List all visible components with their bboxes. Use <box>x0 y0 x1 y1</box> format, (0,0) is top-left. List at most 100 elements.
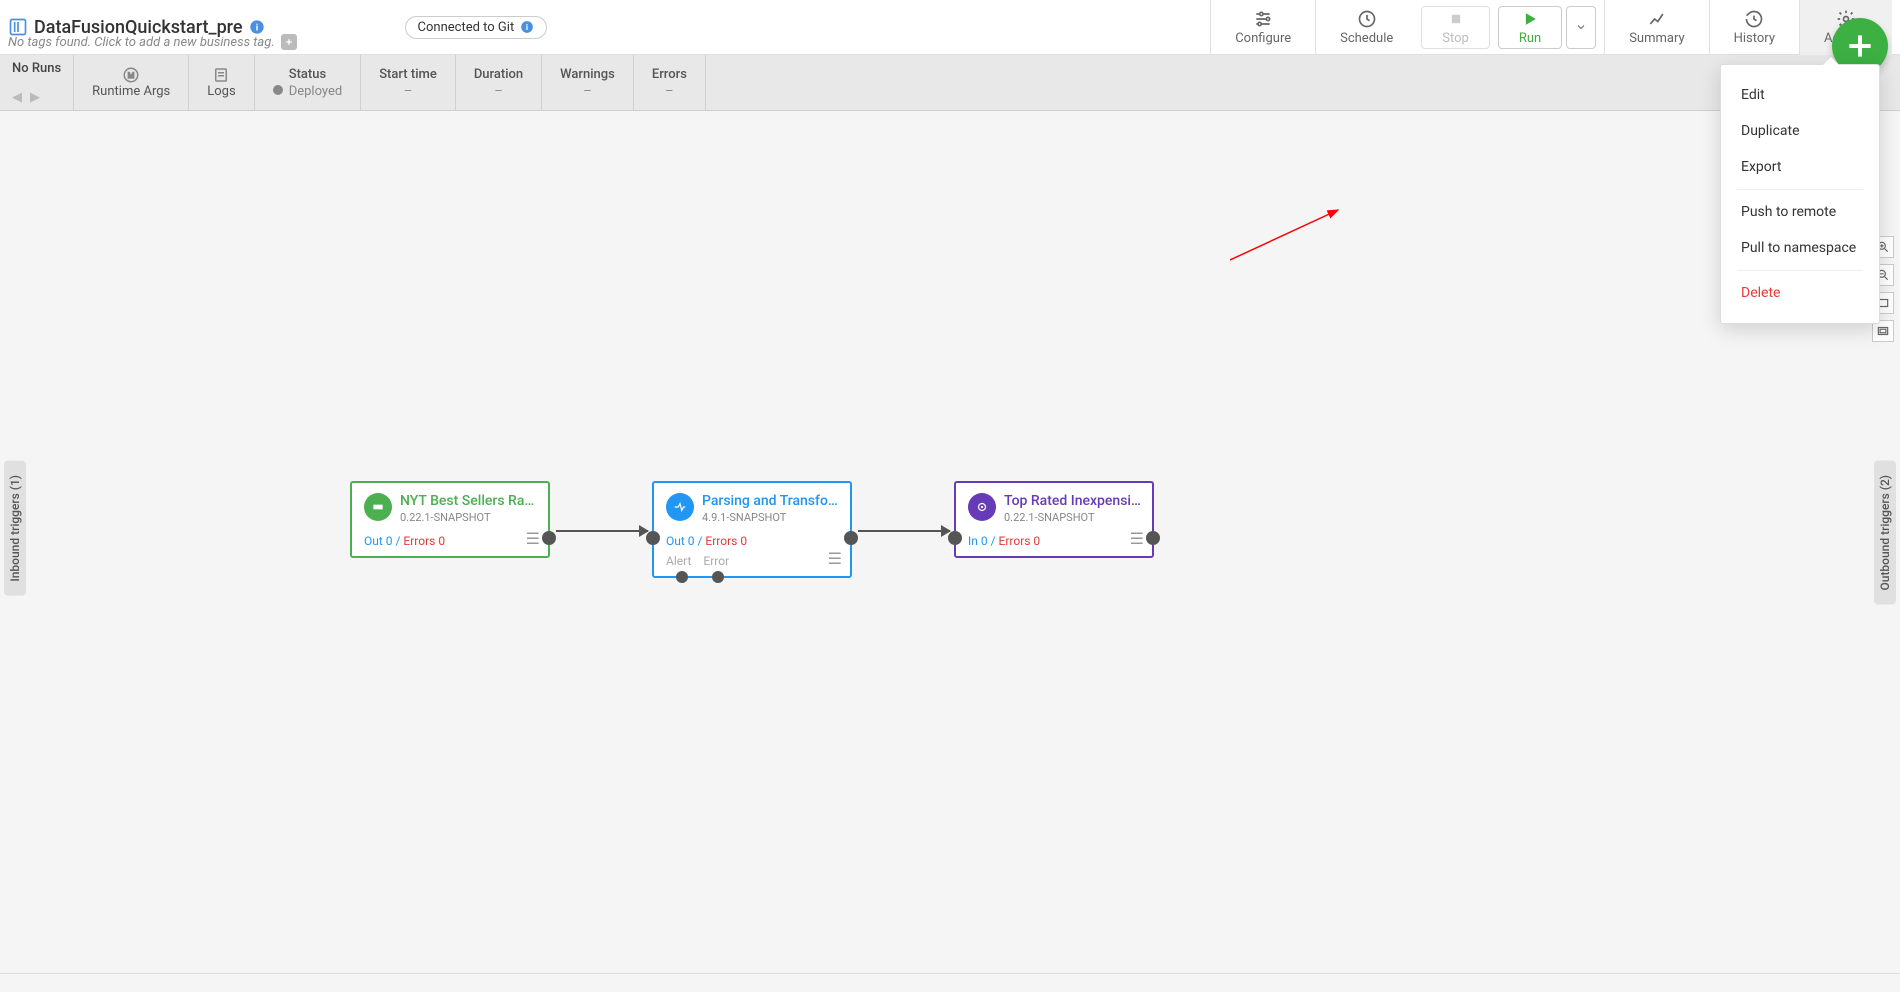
clock-icon <box>1357 9 1377 29</box>
history-label: History <box>1734 31 1775 46</box>
alert-port[interactable] <box>676 571 688 583</box>
run-label: Run <box>1519 31 1541 46</box>
stop-label: Stop <box>1442 31 1469 46</box>
node-title: Top Rated Inexpensi… <box>1004 493 1141 509</box>
dropdown-push-to-remote[interactable]: Push to remote <box>1721 194 1879 230</box>
history-button[interactable]: History <box>1709 0 1799 55</box>
status-label: Status <box>289 67 326 82</box>
tags-placeholder-text[interactable]: No tags found. Click to add a new busine… <box>8 35 275 50</box>
prev-run-button[interactable]: ◀ <box>12 90 22 105</box>
status-cell-duration: Duration – <box>456 55 542 110</box>
runtime-args-button[interactable]: M Runtime Args <box>74 55 189 110</box>
dropdown-delete[interactable]: Delete <box>1721 275 1879 311</box>
sub-port-labels: Alert Error <box>666 554 838 568</box>
git-status-text: Connected to Git <box>418 20 515 35</box>
status-bar: No Runs ◀ ▶ M Runtime Args Logs Status D… <box>0 55 1900 111</box>
duration-label: Duration <box>474 67 523 82</box>
node-menu-button[interactable]: ☰ <box>1130 529 1144 548</box>
toolbar: Configure Schedule Stop Run Summary Hist… <box>1210 0 1892 55</box>
node-stats: Out 0 / Errors 0 <box>364 534 536 548</box>
status-value: Deployed <box>289 84 343 99</box>
output-port[interactable] <box>844 531 858 545</box>
svg-text:i: i <box>526 22 528 32</box>
out-stat: Out 0 / <box>364 534 403 548</box>
footer-divider <box>0 973 1900 974</box>
input-port[interactable] <box>948 531 962 545</box>
start-time-value: – <box>404 84 413 99</box>
logs-icon <box>212 66 230 84</box>
node-stats: Out 0 / Errors 0 <box>666 534 838 548</box>
status-cell-errors: Errors – <box>634 55 706 110</box>
tags-row: No tags found. Click to add a new busine… <box>8 34 297 50</box>
play-icon <box>1520 9 1540 29</box>
sliders-icon <box>1253 9 1273 29</box>
errors-value: – <box>665 84 674 99</box>
node-version: 0.22.1-SNAPSHOT <box>400 511 534 524</box>
run-dropdown-caret[interactable] <box>1566 6 1596 49</box>
align-icon <box>1876 324 1890 338</box>
dropdown-duplicate[interactable]: Duplicate <box>1721 113 1879 149</box>
duration-value: – <box>494 84 503 99</box>
configure-button[interactable]: Configure <box>1210 0 1315 55</box>
summary-button[interactable]: Summary <box>1604 0 1708 55</box>
chart-icon <box>1647 9 1667 29</box>
pipeline-canvas[interactable]: Inbound triggers (1) Outbound triggers (… <box>0 111 1900 972</box>
svg-text:i: i <box>255 22 257 33</box>
error-port[interactable] <box>712 571 724 583</box>
logs-label: Logs <box>207 84 235 99</box>
runtime-args-label: Runtime Args <box>92 84 170 99</box>
git-status-pill[interactable]: Connected to Git i <box>405 16 548 39</box>
status-cell-warnings: Warnings – <box>542 55 634 110</box>
configure-label: Configure <box>1235 31 1291 46</box>
dropdown-pull-to-namespace[interactable]: Pull to namespace <box>1721 230 1879 266</box>
dropdown-separator <box>1737 270 1863 271</box>
transform-icon <box>666 493 694 521</box>
no-runs-label: No Runs <box>12 61 61 76</box>
stop-icon <box>1446 9 1466 29</box>
input-port[interactable] <box>646 531 660 545</box>
pipeline-node-transform[interactable]: Parsing and Transfo… 4.9.1-SNAPSHOT Out … <box>652 481 852 578</box>
outbound-triggers-label: Outbound triggers (2) <box>1878 475 1892 591</box>
node-title: NYT Best Sellers Ra… <box>400 493 534 509</box>
node-menu-button[interactable]: ☰ <box>828 549 842 568</box>
err-stat: Errors 0 <box>999 534 1041 548</box>
history-icon <box>1744 9 1764 29</box>
svg-text:M: M <box>128 71 135 80</box>
caret-down-icon <box>1575 21 1587 33</box>
out-stat: Out 0 / <box>666 534 705 548</box>
plus-icon <box>284 37 294 47</box>
stop-button: Stop <box>1421 6 1490 49</box>
node-version: 0.22.1-SNAPSHOT <box>1004 511 1141 524</box>
sink-icon <box>968 493 996 521</box>
source-icon <box>364 493 392 521</box>
status-cell-start-time: Start time – <box>361 55 456 110</box>
pipeline-node-sink[interactable]: Top Rated Inexpensi… 0.22.1-SNAPSHOT In … <box>954 481 1154 558</box>
node-version: 4.9.1-SNAPSHOT <box>702 511 838 524</box>
outbound-triggers-tab[interactable]: Outbound triggers (2) <box>1874 461 1896 605</box>
actions-dropdown: Edit Duplicate Export Push to remote Pul… <box>1720 64 1880 324</box>
node-stats: In 0 / Errors 0 <box>968 534 1140 548</box>
connector-2-3 <box>858 530 950 532</box>
logs-button[interactable]: Logs <box>189 55 254 110</box>
dropdown-edit[interactable]: Edit <box>1721 77 1879 113</box>
dropdown-separator <box>1737 189 1863 190</box>
info-icon[interactable]: i <box>249 19 265 35</box>
dropdown-export[interactable]: Export <box>1721 149 1879 185</box>
node-menu-button[interactable]: ☰ <box>526 529 540 548</box>
output-port[interactable] <box>542 531 556 545</box>
start-time-label: Start time <box>379 67 437 82</box>
pipeline-node-source[interactable]: NYT Best Sellers Ra… 0.22.1-SNAPSHOT Out… <box>350 481 550 558</box>
schedule-button[interactable]: Schedule <box>1315 0 1417 55</box>
warnings-label: Warnings <box>560 67 615 82</box>
run-button[interactable]: Run <box>1498 6 1562 49</box>
err-stat: Errors 0 <box>705 534 747 548</box>
in-stat: In 0 / <box>968 534 999 548</box>
inbound-triggers-tab[interactable]: Inbound triggers (1) <box>4 461 26 596</box>
node-title: Parsing and Transfo… <box>702 493 838 509</box>
info-icon: i <box>520 20 534 34</box>
alert-port-label: Alert <box>666 554 691 568</box>
add-tag-button[interactable] <box>281 34 297 50</box>
runs-nav: No Runs ◀ ▶ <box>0 55 74 110</box>
output-port[interactable] <box>1146 531 1160 545</box>
next-run-button[interactable]: ▶ <box>30 90 40 105</box>
